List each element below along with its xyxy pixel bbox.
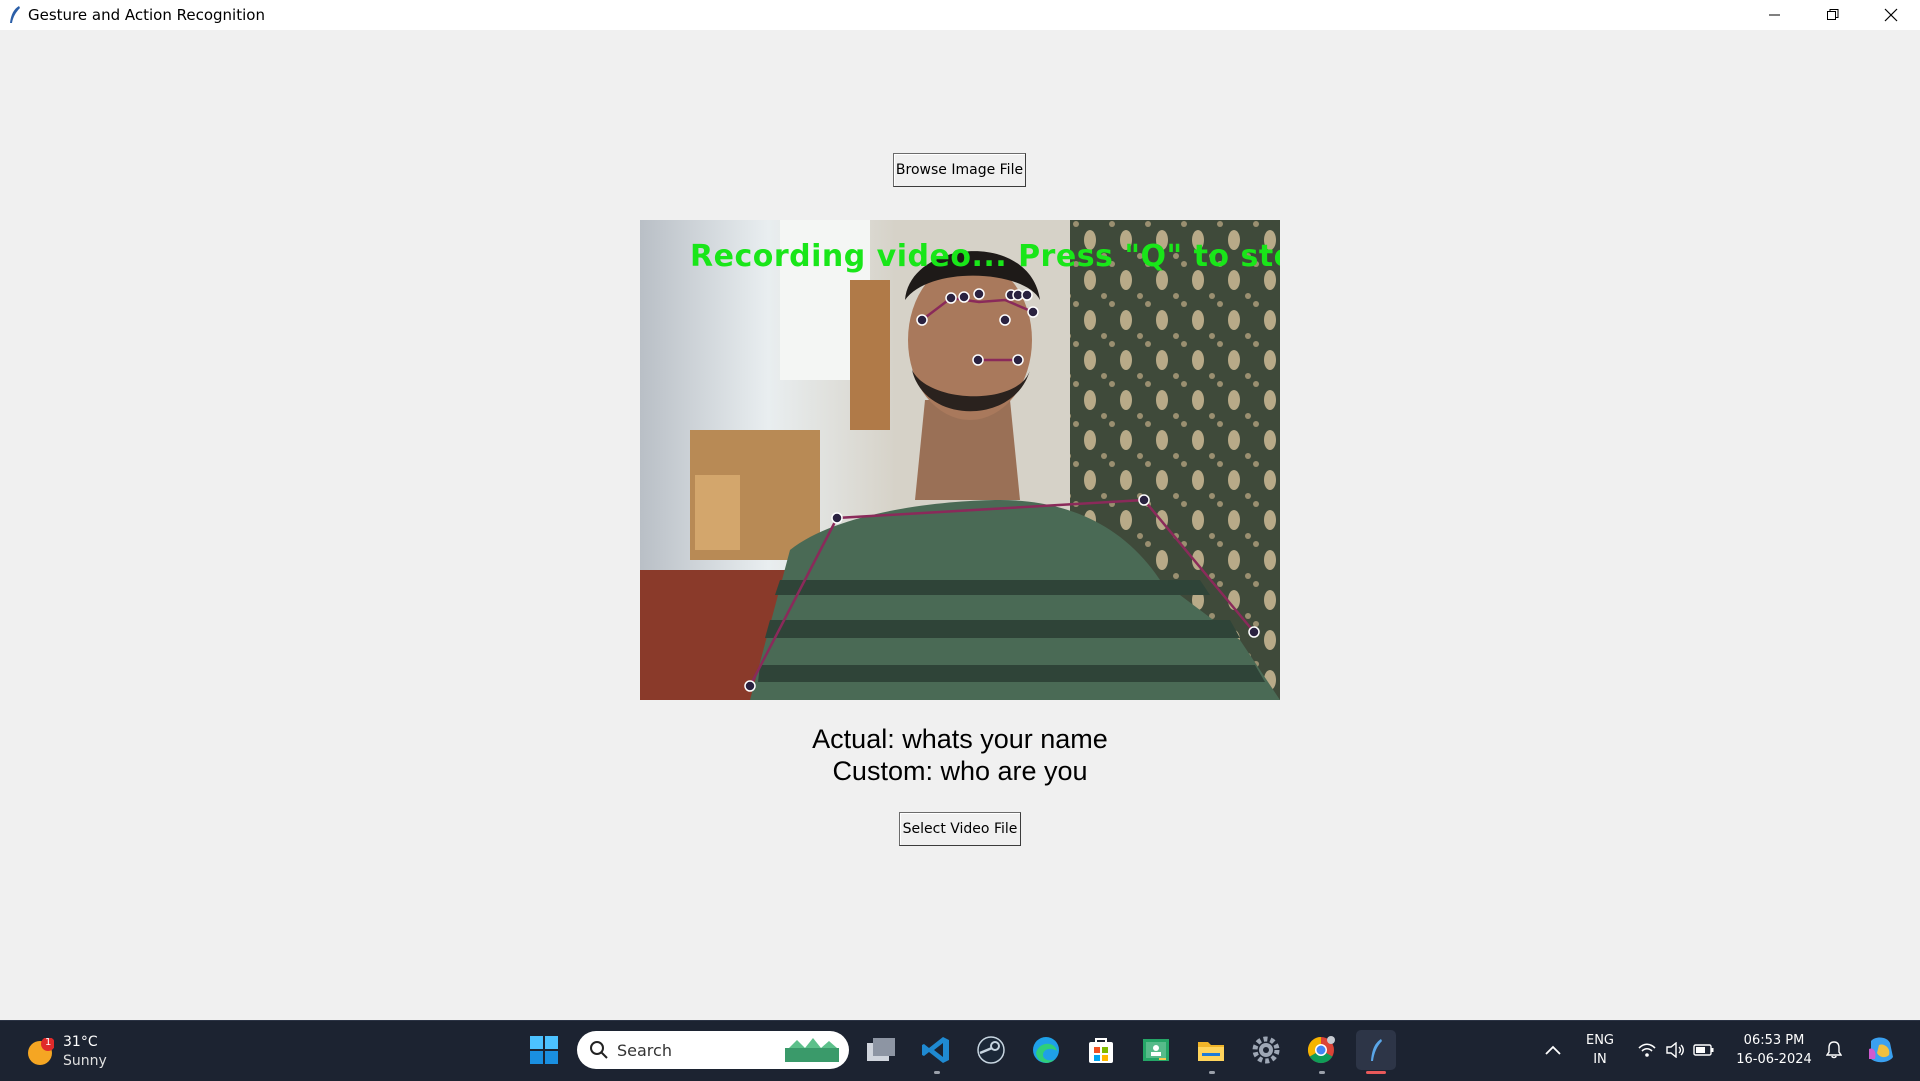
search-highlight-icon bbox=[783, 1036, 841, 1064]
weather-widget[interactable]: 1 31°C Sunny bbox=[26, 1033, 107, 1071]
video-preview: Recording video... Press "Q" to stop! bbox=[640, 220, 1280, 700]
actual-label: Actual: whats your name bbox=[812, 724, 1108, 754]
chevron-up-icon[interactable] bbox=[1533, 1030, 1573, 1070]
sun-icon: 1 bbox=[26, 1037, 55, 1066]
window-title: Gesture and Action Recognition bbox=[28, 6, 265, 24]
running-indicator bbox=[1209, 1071, 1215, 1074]
copilot-icon[interactable] bbox=[1860, 1030, 1900, 1070]
custom-label: Custom: who are you bbox=[832, 756, 1088, 786]
recording-overlay-text: Recording video... Press "Q" to stop! bbox=[690, 239, 1280, 274]
taskbar-search-box[interactable]: Search bbox=[577, 1031, 849, 1069]
vscode-icon[interactable] bbox=[916, 1030, 956, 1070]
python-tk-app-icon[interactable] bbox=[1356, 1030, 1396, 1070]
running-indicator bbox=[934, 1071, 940, 1074]
running-indicator bbox=[1319, 1071, 1325, 1074]
language-indicator[interactable]: ENG IN bbox=[1578, 1031, 1622, 1069]
steam-icon[interactable] bbox=[971, 1030, 1011, 1070]
clock[interactable]: 06:53 PM 16-06-2024 bbox=[1730, 1031, 1818, 1069]
microsoft-store-icon[interactable] bbox=[1081, 1030, 1121, 1070]
speaker-icon bbox=[1665, 1042, 1685, 1058]
weather-temp: 31°C bbox=[63, 1034, 98, 1050]
system-tray-quick-settings[interactable] bbox=[1628, 1030, 1724, 1070]
feather-icon bbox=[4, 4, 26, 26]
clock-date: 16-06-2024 bbox=[1736, 1052, 1812, 1067]
file-explorer-icon[interactable] bbox=[1191, 1030, 1231, 1070]
weather-condition: Sunny bbox=[63, 1053, 107, 1069]
edge-icon[interactable] bbox=[1026, 1030, 1066, 1070]
search-placeholder: Search bbox=[617, 1040, 672, 1060]
notification-bell-icon[interactable] bbox=[1816, 1030, 1852, 1070]
restore-icon[interactable] bbox=[1804, 0, 1862, 30]
settings-icon[interactable] bbox=[1246, 1030, 1286, 1070]
chrome-icon[interactable] bbox=[1301, 1030, 1341, 1070]
window-controls bbox=[1746, 0, 1920, 30]
windows-start-icon[interactable] bbox=[524, 1030, 564, 1070]
wifi-icon bbox=[1637, 1042, 1657, 1058]
google-classroom-icon[interactable] bbox=[1136, 1030, 1176, 1070]
select-video-button[interactable]: Select Video File bbox=[899, 812, 1021, 846]
language-line-2: IN bbox=[1593, 1052, 1607, 1067]
minimize-icon[interactable] bbox=[1746, 0, 1804, 30]
search-icon bbox=[589, 1040, 609, 1060]
clock-time: 06:53 PM bbox=[1743, 1033, 1805, 1048]
task-view-icon[interactable] bbox=[861, 1030, 901, 1070]
webcam-frame-image bbox=[640, 220, 1280, 700]
title-bar: Gesture and Action Recognition bbox=[0, 0, 1920, 30]
weather-badge: 1 bbox=[45, 1037, 52, 1048]
browse-image-button[interactable]: Browse Image File bbox=[893, 153, 1026, 187]
language-line-1: ENG bbox=[1585, 1033, 1614, 1048]
battery-icon bbox=[1693, 1043, 1715, 1057]
close-icon[interactable] bbox=[1862, 0, 1920, 30]
active-indicator bbox=[1366, 1071, 1386, 1074]
